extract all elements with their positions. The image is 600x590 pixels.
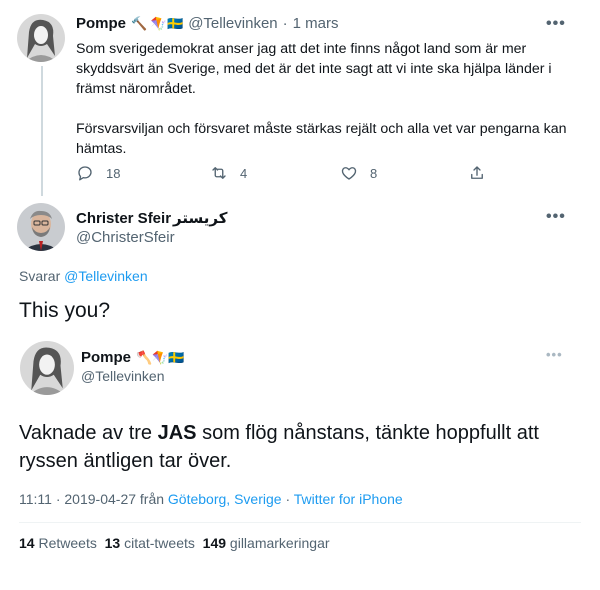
tweet1-author-handle[interactable]: @Tellevinken [188,15,277,32]
reply-button[interactable]: 18 [76,164,120,182]
quoted-meta-dot: · [285,491,291,507]
like-button[interactable]: 8 [340,164,377,182]
quoted-tweet-text: Vaknade av tre JAS som flög nånstans, tä… [19,419,579,475]
avatar-pompe-quoted[interactable] [20,341,74,395]
retweet-icon [212,167,226,179]
replying-to: Svarar @Tellevinken [19,268,148,284]
thread-line [41,66,43,196]
quoted-timestamp[interactable]: 11:11 · 2019-04-27 från [19,491,164,507]
tweet2-author-name[interactable]: Christer Sfeir [76,210,171,227]
stats-divider [19,522,581,523]
avatar-christer[interactable] [17,203,65,251]
tweet2-author-name-suffix: كريستر [173,210,228,227]
share-icon [471,166,483,179]
retweet-button[interactable]: 4 [210,164,247,182]
tweet1-author-emoji: 🔨 🪁🇸🇪 [131,15,184,31]
retweets-stat-count: 14 [19,535,35,551]
tweet1-text: Som sverigedemokrat anser jag att det in… [76,39,581,179]
quoted-location-link[interactable]: Göteborg, Sverige [168,491,282,507]
reply-icon [78,166,92,181]
quotes-stat-label: citat-tweets [124,535,195,551]
reply-count: 18 [106,165,121,181]
quoted-author-handle[interactable]: @Tellevinken [81,368,164,384]
tweet1-more-icon[interactable]: ••• [546,15,566,33]
quoted-tweet-meta: 11:11 · 2019-04-27 från Göteborg, Sverig… [19,491,403,507]
tweet2-author-name-row: Christer Sfeir كريستر [76,209,228,228]
likes-stat-count: 149 [202,535,227,551]
like-count: 8 [370,165,378,181]
likes-stat-label: gillamarkeringar [229,535,330,551]
quoted-more-icon[interactable]: ••• [546,347,563,362]
likes-stat[interactable]: 149 gillamarkeringar [203,535,330,551]
tweet1-author-name[interactable]: Pompe [76,15,126,32]
retweets-stat-label: Retweets [38,535,97,551]
tweet2-text: This you? [19,299,111,322]
tweet1-actions: 18 4 8 [76,164,496,184]
retweet-count: 4 [240,165,248,181]
quoted-tweet-stats: 14 Retweets 13 citat-tweets 149 gillamar… [19,535,330,551]
like-icon [341,167,357,180]
retweets-stat[interactable]: 14 Retweets [19,535,97,551]
tweet1-timestamp[interactable]: 1 mars [293,15,339,32]
replying-to-handle[interactable]: @Tellevinken [64,268,147,284]
tweet1-header: Pompe 🔨 🪁🇸🇪 @Tellevinken · 1 mars [76,15,338,32]
avatar-pompe[interactable] [17,14,65,62]
quoted-author-name[interactable]: Pompe [81,349,131,366]
quoted-text-before: Vaknade av tre [19,422,158,444]
tweet2-more-icon[interactable]: ••• [546,208,566,226]
tweet1-paragraph-2: Försvarsviljan och försvaret måste stärk… [76,121,567,157]
share-button[interactable] [468,164,486,182]
tweet1-separator: · [282,15,288,32]
quoted-text-bold: JAS [157,422,197,444]
quotes-stat-count: 13 [104,535,121,551]
quoted-author-name-row: Pompe 🪓🪁🇸🇪 [81,349,185,366]
tweet2-author-handle[interactable]: @ChristerSfeir [76,229,175,246]
quoted-author-emoji: 🪓🪁🇸🇪 [136,349,185,365]
quotes-stat[interactable]: 13 citat-tweets [105,535,195,551]
quoted-source-link[interactable]: Twitter for iPhone [294,491,403,507]
replying-to-prefix: Svarar [19,268,61,284]
tweet1-paragraph-1: Som sverigedemokrat anser jag att det in… [76,41,552,97]
